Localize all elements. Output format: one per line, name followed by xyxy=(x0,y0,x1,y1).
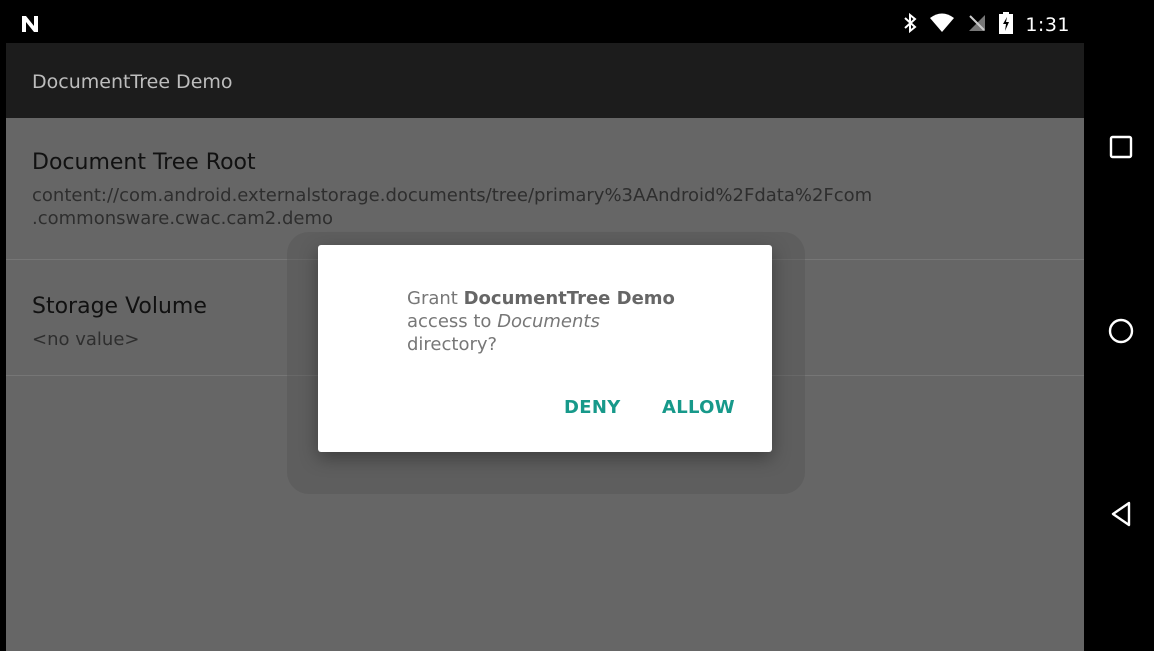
permission-dialog: Grant DocumentTree Demo access to Docume… xyxy=(318,245,772,452)
dialog-message-middle: access to xyxy=(407,311,492,332)
home-icon[interactable] xyxy=(1106,316,1136,346)
bluetooth-icon xyxy=(903,12,917,38)
pref-title: Document Tree Root xyxy=(32,150,256,175)
pref-title: Storage Volume xyxy=(32,294,207,319)
recents-icon[interactable] xyxy=(1106,132,1136,162)
wifi-icon xyxy=(929,13,955,37)
pref-summary: content://com.android.externalstorage.do… xyxy=(32,184,1022,230)
notification-n-icon xyxy=(20,14,40,34)
back-icon[interactable] xyxy=(1106,499,1136,529)
no-sim-icon xyxy=(967,13,987,37)
pref-summary-text: content://com.android.externalstorage.do… xyxy=(32,185,873,229)
dialog-message-prefix: Grant xyxy=(407,288,458,309)
dialog-app-name: DocumentTree Demo xyxy=(463,288,675,309)
status-time: 1:31 xyxy=(1025,14,1070,36)
device-frame: 1:31 DocumentTree Demo Document Tree Roo… xyxy=(0,0,1154,651)
dialog-message: Grant DocumentTree Demo access to Docume… xyxy=(407,287,747,356)
deny-button[interactable]: DENY xyxy=(564,397,621,418)
navigation-bar xyxy=(1084,0,1154,651)
status-icons: 1:31 xyxy=(903,12,1070,38)
dialog-message-suffix: directory? xyxy=(407,334,498,355)
app-title: DocumentTree Demo xyxy=(32,71,233,93)
status-bar: 1:31 xyxy=(6,6,1084,43)
allow-button[interactable]: ALLOW xyxy=(662,397,735,418)
screen: 1:31 DocumentTree Demo Document Tree Roo… xyxy=(6,6,1084,651)
dialog-directory: Documents xyxy=(497,311,600,332)
app-bar: DocumentTree Demo xyxy=(6,43,1084,118)
battery-charging-icon xyxy=(999,12,1014,38)
